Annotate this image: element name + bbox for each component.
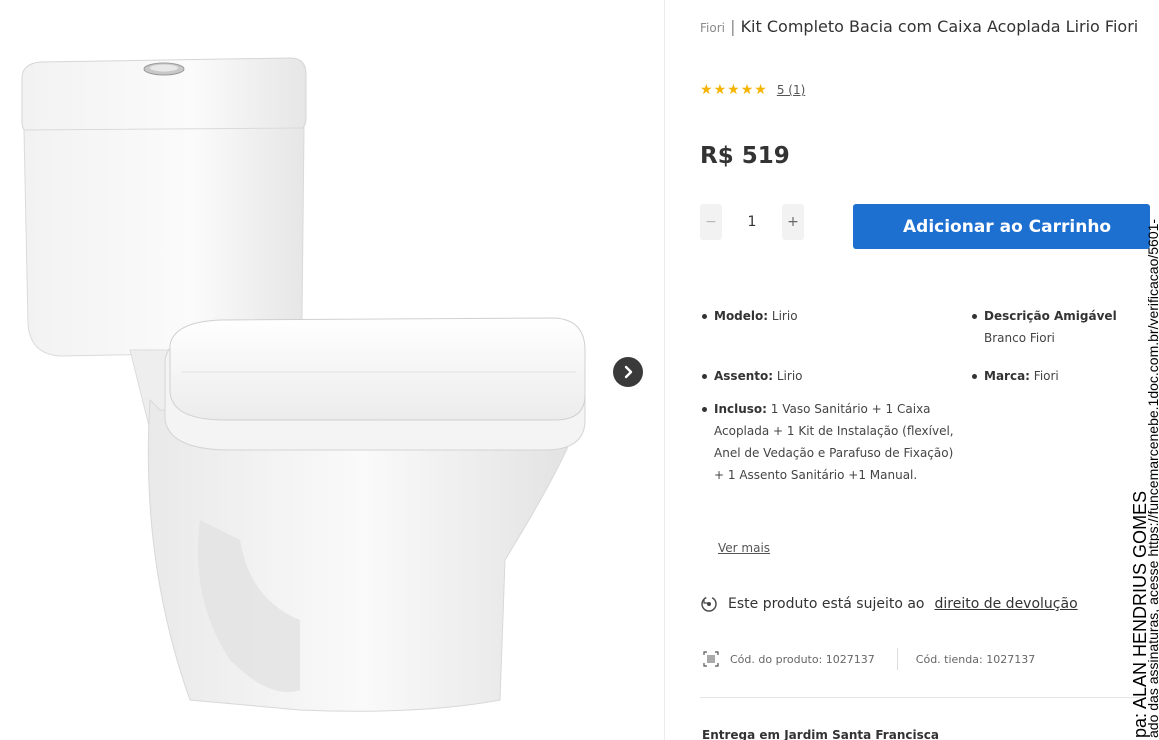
spec-label: Descrição Amigável xyxy=(984,309,1117,323)
code-divider xyxy=(896,648,898,670)
product-code: Cód. do produto: 1027137 xyxy=(730,652,875,666)
spec-label: Assento: xyxy=(714,369,774,383)
spec-value: Fiori xyxy=(1033,369,1059,383)
next-image-button[interactable] xyxy=(613,357,643,387)
add-to-cart-button[interactable]: Adicionar ao Carrinho xyxy=(853,204,1150,249)
return-policy-icon xyxy=(701,596,717,612)
rating-count-link[interactable]: 5 (1) xyxy=(777,83,805,97)
quantity-increase-button[interactable]: + xyxy=(782,204,804,240)
star-icon: ★ xyxy=(700,82,713,98)
spec-marca: Marca: Fiori xyxy=(970,365,1159,387)
title-separator: | xyxy=(730,17,736,36)
spec-label: Modelo: xyxy=(714,309,769,323)
star-icon: ★ xyxy=(754,82,767,98)
delivery-location: Entrega em Jardim Santa Francisca xyxy=(702,728,939,740)
product-title: Fiori | Kit Completo Bacia com Caixa Aco… xyxy=(700,14,1140,41)
spec-label: Incluso: xyxy=(714,402,767,416)
spec-incluso: Incluso: 1 Vaso Sanitário + 1 Caixa Acop… xyxy=(700,398,960,486)
quantity-value[interactable]: 1 xyxy=(722,214,782,230)
return-policy: Este produto está sujeito ao direito de … xyxy=(700,595,1078,613)
product-codes: Cód. do produto: 1027137 Cód. tienda: 10… xyxy=(702,648,1035,670)
brand-link[interactable]: Fiori xyxy=(700,21,725,35)
spec-assento: Assento: Lirio xyxy=(700,365,960,387)
spec-value: Lirio xyxy=(771,309,798,323)
product-info: Fiori | Kit Completo Bacia com Caixa Aco… xyxy=(700,0,1150,740)
star-icon: ★ xyxy=(727,82,740,98)
verification-overlay-text: ado das assinaturas, acesse https://func… xyxy=(1145,218,1159,738)
spec-value: Lirio xyxy=(776,369,803,383)
spec-modelo: Modelo: Lirio xyxy=(700,305,960,327)
store-code: Cód. tienda: 1027137 xyxy=(915,652,1036,666)
chevron-right-icon xyxy=(624,365,633,379)
section-divider xyxy=(700,697,1140,698)
product-gallery xyxy=(0,0,665,740)
product-price: R$ 519 xyxy=(700,143,790,169)
ver-mais-link[interactable]: Ver mais xyxy=(718,541,770,555)
return-policy-link[interactable]: direito de devolução xyxy=(935,596,1078,612)
product-image xyxy=(21,57,586,712)
spec-descricao: Descrição Amigável Branco Fiori xyxy=(970,305,1159,349)
star-icon: ★ xyxy=(740,82,754,98)
product-specs: Modelo: Lirio Descrição Amigável Branco … xyxy=(700,305,1150,525)
spec-value: Branco Fiori xyxy=(984,331,1055,345)
spec-label: Marca: xyxy=(984,369,1030,383)
quantity-stepper: − 1 + xyxy=(700,204,804,240)
product-name: Kit Completo Bacia com Caixa Acoplada Li… xyxy=(740,17,1139,36)
rating-stars: ★ ★ ★ ★ ★ xyxy=(700,82,767,98)
quantity-decrease-button[interactable]: − xyxy=(700,204,722,240)
barcode-icon xyxy=(703,651,719,667)
star-icon: ★ xyxy=(713,82,727,98)
return-policy-text: Este produto está sujeito ao xyxy=(728,596,925,612)
rating[interactable]: ★ ★ ★ ★ ★ 5 (1) xyxy=(700,82,805,98)
